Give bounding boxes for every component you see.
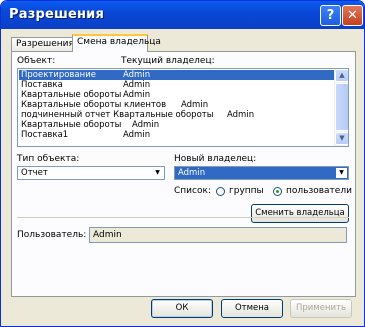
window-title: Разрешения	[9, 7, 105, 22]
tab-permissions[interactable]: Разрешения	[11, 37, 74, 51]
divider	[17, 217, 349, 218]
groups-radio[interactable]	[216, 187, 225, 196]
new-owner-select[interactable]: Admin ▼	[174, 166, 349, 180]
list-item-object: Квартальные обороты	[21, 120, 122, 130]
list-item[interactable]: Поставка1 Admin	[19, 130, 335, 140]
list-filter-label: Список:	[174, 186, 211, 196]
list-item[interactable]: Квартальные обороты клиентов Admin	[19, 100, 335, 110]
scroll-up-icon[interactable]: ▲	[335, 69, 348, 82]
list-item-owner: Admin	[132, 120, 160, 130]
scroll-thumb[interactable]	[335, 83, 348, 131]
permissions-dialog: Разрешения ? ✕ Разрешения Смена владельц…	[0, 0, 365, 327]
list-item[interactable]: Квартальные обороты Admin	[19, 120, 335, 130]
users-radio[interactable]	[273, 187, 282, 196]
list-item[interactable]: подчиненный отчет Квартальные обороты Ad…	[19, 110, 335, 120]
list-item-owner: Admin	[181, 100, 209, 110]
current-user-field: Admin	[89, 227, 347, 243]
object-type-value: Отчет	[21, 168, 48, 178]
list-item-object: Поставка	[21, 80, 63, 90]
scroll-down-icon[interactable]: ▼	[335, 132, 348, 145]
new-owner-label: Новый владелец:	[174, 154, 257, 164]
list-item[interactable]: Квартальные обороты Admin	[19, 90, 335, 100]
current-user-value: Admin	[93, 230, 122, 240]
chevron-down-icon[interactable]: ▼	[152, 168, 163, 178]
object-list[interactable]: Проектирование Admin Поставка Admin Квар…	[17, 68, 349, 147]
apply-button[interactable]: Применить	[290, 299, 352, 318]
users-radio-label: пользователи	[286, 186, 352, 196]
title-bar[interactable]: Разрешения ? ✕	[1, 1, 364, 29]
list-item[interactable]: Проектирование Admin	[19, 70, 335, 80]
list-item-owner: Admin	[123, 80, 151, 90]
list-item-object: Квартальные обороты	[21, 90, 122, 100]
current-user-label: Пользователь:	[17, 230, 87, 240]
new-owner-value: Admin	[178, 168, 206, 178]
cancel-button[interactable]: Отмена	[221, 299, 283, 318]
chevron-down-icon[interactable]: ▼	[336, 168, 347, 178]
change-owner-button[interactable]: Сменить владельца	[251, 204, 349, 223]
tab-change-owner[interactable]: Смена владельца	[72, 34, 161, 52]
list-item-object: Поставка1	[21, 130, 69, 140]
object-column-label: Объект:	[17, 56, 56, 66]
list-item-object: Проектирование	[21, 70, 96, 80]
list-item-owner: Admin	[123, 90, 151, 100]
object-type-select[interactable]: Отчет ▼	[17, 166, 165, 180]
list-item-object: подчиненный отчет Квартальные обороты	[21, 110, 214, 120]
groups-radio-label: группы	[229, 186, 264, 196]
object-type-label: Тип объекта:	[17, 154, 80, 164]
ok-button[interactable]: ОК	[151, 299, 213, 318]
help-button[interactable]: ?	[320, 5, 341, 26]
list-item-owner: Admin	[123, 70, 151, 80]
list-item-object: Квартальные обороты клиентов	[21, 100, 167, 110]
list-item-owner: Admin	[227, 110, 255, 120]
list-item-owner: Admin	[123, 130, 151, 140]
list-item[interactable]: Поставка Admin	[19, 80, 335, 90]
object-list-scrollbar[interactable]: ▲ ▼	[334, 69, 348, 146]
owner-column-label: Текущий владелец:	[121, 56, 215, 66]
close-button[interactable]: ✕	[342, 5, 363, 26]
